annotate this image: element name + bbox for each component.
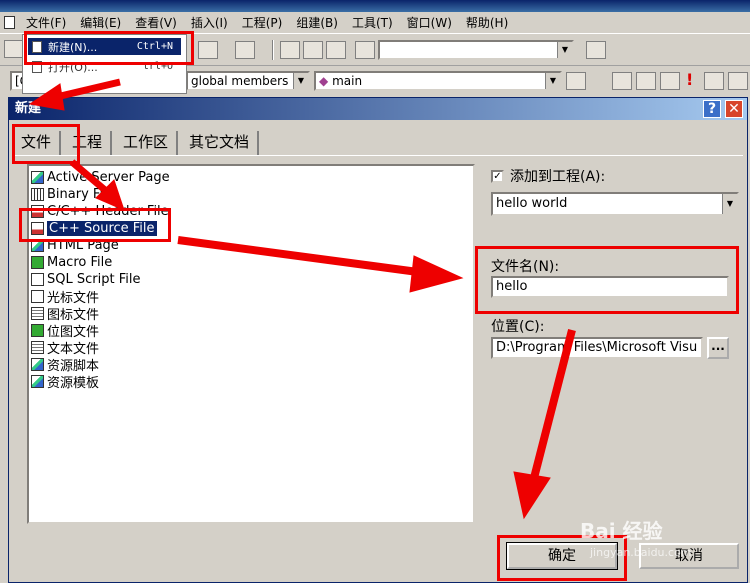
watermark-brand: Bai 经验 bbox=[580, 519, 663, 543]
arrow-head bbox=[28, 83, 65, 111]
arrow-head bbox=[513, 471, 551, 520]
arrow-shaft bbox=[177, 236, 419, 276]
arrow-shaft bbox=[530, 329, 576, 479]
annotation-arrows bbox=[28, 78, 576, 520]
watermark-url: jingyan.baidu.com bbox=[590, 546, 692, 559]
arrow-head bbox=[409, 255, 464, 293]
